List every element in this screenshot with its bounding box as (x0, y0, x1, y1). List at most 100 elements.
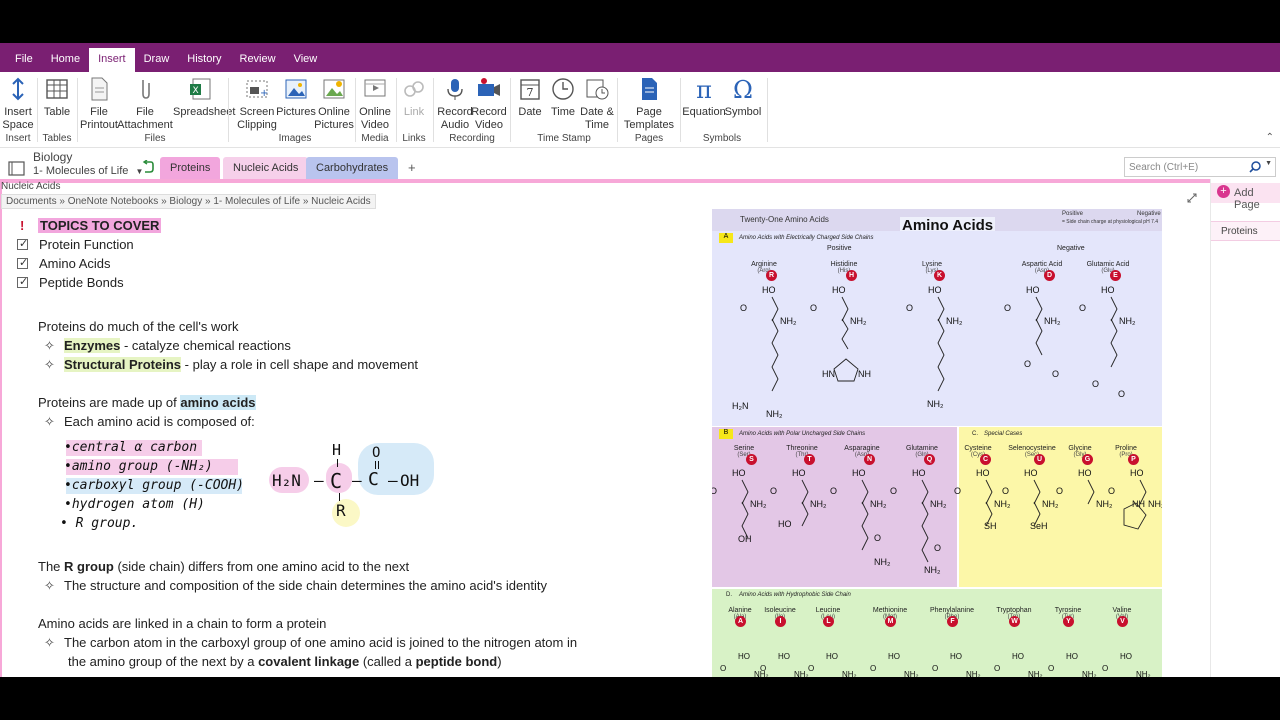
bold-term: peptide bond (415, 654, 498, 669)
ribbon-tab-file[interactable]: File (0, 48, 42, 72)
note-paragraph[interactable]: Proteins are made up of amino acids (38, 395, 256, 410)
atom-label: NH₂ (904, 670, 919, 677)
ribbon-tab-draw[interactable]: Draw (135, 48, 179, 72)
todo-label: Protein Function (39, 237, 134, 252)
bond-chain (861, 501, 869, 551)
notebook-icon[interactable] (8, 161, 26, 177)
add-page-button[interactable]: + Add Page (1211, 183, 1280, 211)
atom-label: O (934, 543, 941, 553)
bold-term: Structural Proteins (64, 357, 182, 372)
online-pictures-icon (323, 79, 345, 99)
atom-label: HO (976, 468, 990, 478)
expand-icon[interactable] (1187, 193, 1197, 203)
bond-chain (771, 318, 779, 392)
search-icon (1249, 161, 1261, 173)
atom-label: H₂N (732, 401, 749, 411)
atom-label: HO (1130, 468, 1144, 478)
note-bullet[interactable]: ✧ The carbon atom in the carboxyl group o… (44, 635, 577, 651)
ribbon-group-separator (228, 78, 229, 142)
note-paragraph[interactable]: The R group (side chain) differs from on… (38, 559, 409, 574)
atom-label: O (954, 486, 961, 496)
note-bullet[interactable]: ✧ Each amino acid is composed of: (44, 414, 255, 430)
note-paragraph[interactable]: Amino acids are linked in a chain to for… (38, 616, 326, 631)
ribbon-button-symbol[interactable]: Ω Symbol (715, 76, 771, 119)
ink-line: •amino group (-NH₂) (64, 459, 213, 474)
atom-label: O (1048, 664, 1054, 673)
atom-label: NH₂ (1082, 670, 1097, 677)
app-window-frame: File Home Insert Draw History Review View Inse… (0, 0, 1280, 720)
checkbox-checked-icon[interactable] (17, 275, 28, 288)
ribbon-tab-history[interactable]: History (178, 48, 230, 72)
date-glyph: 7 (527, 86, 534, 99)
ribbon-button-label: Symbol (724, 106, 762, 118)
ribbon-button-file-attachment[interactable]: File Attachment (117, 76, 173, 132)
atom-label: O (1118, 389, 1125, 399)
atom-label: HO (1024, 468, 1038, 478)
ribbon-button-spreadsheet[interactable]: X Spreadsheet (173, 76, 235, 119)
handwritten-ink-list[interactable]: •central α carbon •amino group (-NH₂) •c… (58, 440, 250, 535)
atom-label: O (890, 486, 897, 496)
atom-label: O (808, 664, 814, 673)
atom-label: O (1102, 664, 1108, 673)
atom-label: HO (1101, 285, 1115, 295)
breadcrumb: Documents » OneNote Notebooks » Biology … (1, 194, 376, 209)
ribbon-tab-view[interactable]: View (285, 48, 327, 72)
ribbon-tab-review[interactable]: Review (231, 48, 285, 72)
onenote-window: File Home Insert Draw History Review View Inse… (0, 43, 1280, 677)
todo-protein-function[interactable]: Protein Function (17, 237, 134, 252)
paragraph-text: Proteins are made up of (38, 395, 181, 410)
note-bullet[interactable]: ✧ Structural Proteins - play a role in ce… (44, 357, 418, 373)
bullet-text: Each amino acid is composed of: (64, 414, 255, 429)
add-section-button[interactable]: + (398, 157, 426, 179)
svg-text:X: X (193, 86, 199, 96)
atom-label: NH₂ (766, 409, 783, 419)
ribbon-button-page-templates[interactable]: Page Templates (621, 76, 677, 132)
section-group-name[interactable]: 1- Molecules of Life ▼ (33, 165, 143, 177)
ribbon-tab-insert[interactable]: Insert (89, 48, 135, 72)
notebook-name[interactable]: Biology (33, 150, 72, 164)
ribbon-tab-home[interactable]: Home (42, 48, 89, 72)
section-tab-carbohydrates[interactable]: Carbohydrates (306, 157, 399, 179)
note-bullet[interactable]: ✧ The structure and composition of the si… (44, 578, 547, 594)
atom-label: HO (852, 468, 866, 478)
search-scope-chevron-icon[interactable]: ▼ (1265, 160, 1272, 167)
page-list-item-proteins[interactable]: Proteins (1211, 221, 1280, 241)
ink-line: • R group. (60, 516, 139, 531)
ribbon-group-separator (680, 78, 681, 142)
bullet-text: The carbon atom in the carboxyl group of… (64, 635, 578, 650)
ink-bond: – (314, 471, 324, 490)
search-input[interactable]: Search (Ctrl+E) ▼ (1124, 157, 1276, 177)
todo-amino-acids[interactable]: Amino Acids (17, 256, 111, 271)
section-tab-nucleic-acids[interactable]: Nucleic Acids (223, 157, 309, 179)
atom-label: HO (1120, 652, 1132, 661)
collapse-ribbon-icon[interactable]: ⌃ (1266, 132, 1274, 143)
atom-label: O (1092, 379, 1099, 389)
atom-label: O (1002, 486, 1009, 496)
note-paragraph[interactable]: Proteins do much of the cell's work (38, 319, 238, 334)
back-arrow-icon[interactable] (142, 160, 154, 174)
symbol-icon: Ω (733, 76, 753, 102)
amino-acids-chart-image[interactable]: Twenty-One Amino Acids Amino Acids Positiv… (712, 209, 1164, 677)
note-bullet-continuation[interactable]: the amino group of the next by a covalen… (68, 654, 502, 669)
atom-label: NH₂ (1044, 316, 1061, 326)
bond-chain (741, 501, 749, 539)
atom-label: HO (912, 468, 926, 478)
note-bullet[interactable]: ✧ Enzymes - catalyze chemical reactions (44, 338, 291, 354)
ink-carboxyl-carbon: C (368, 469, 379, 490)
table-icon (46, 79, 68, 99)
checkbox-checked-icon[interactable] (17, 237, 28, 250)
amino-acid-structure-drawing[interactable]: H H₂N – C – C O – OH R (268, 439, 438, 531)
atom-label: HO (826, 652, 838, 661)
ribbon-group-separator (355, 78, 356, 142)
atom-label: O (906, 303, 913, 313)
section-tab-proteins[interactable]: Proteins (160, 157, 221, 179)
checkbox-checked-icon[interactable] (17, 256, 28, 269)
atom-label: O (720, 664, 726, 673)
todo-peptide-bonds[interactable]: Peptide Bonds (17, 275, 124, 290)
ribbon-group-label: Time Stamp (537, 133, 591, 144)
ink-r-group: R (336, 501, 346, 520)
bond-chain (1035, 318, 1043, 356)
page-title: Nucleic Acids (1, 181, 61, 192)
ribbon-group-separator (433, 78, 434, 142)
ribbon-button-label: Page Templates (623, 106, 675, 131)
